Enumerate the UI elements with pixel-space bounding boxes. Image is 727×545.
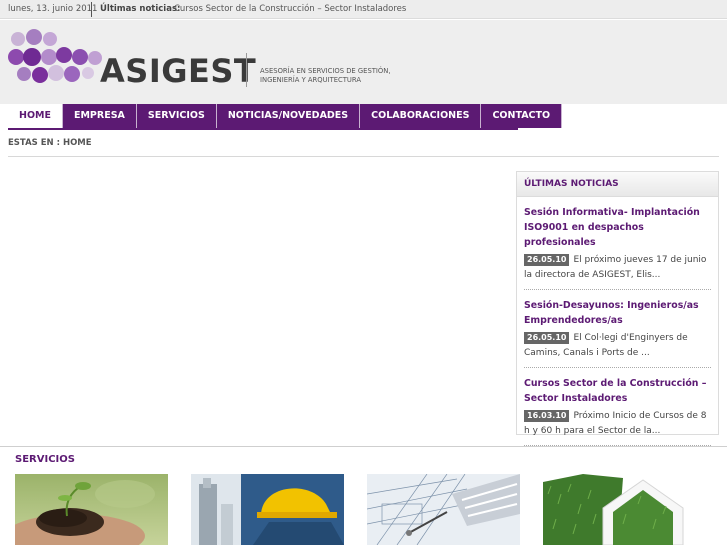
news-date-badge: 26.05.10 (524, 254, 570, 266)
news-title-link[interactable]: Sesión Informativa- Implantación ISO9001… (524, 205, 711, 250)
nav-noticias[interactable]: NOTICIAS/NOVEDADES (216, 104, 361, 128)
services-heading: SERVICIOS (15, 454, 75, 465)
top-bar-divider (91, 2, 92, 17)
nav-home[interactable]: HOME (8, 104, 63, 128)
logo-mark-icon[interactable] (6, 27, 104, 87)
latest-news-label: Últimas noticias: (100, 4, 181, 14)
hardhat-worker-image[interactable] (191, 474, 344, 545)
blueprint-laptop-image[interactable] (367, 474, 520, 545)
nav-servicios[interactable]: SERVICIOS (136, 104, 217, 128)
tagline: Asesoría en servicios de gestión, ingeni… (260, 67, 410, 85)
services-divider (0, 446, 727, 447)
logo-divider (246, 53, 247, 87)
main-nav: HOME EMPRESA SERVICIOS NOTICIAS/NOVEDADE… (8, 104, 563, 128)
grass-house-image[interactable] (543, 474, 696, 545)
news-date-badge: 26.05.10 (524, 332, 570, 344)
tagline-line-2: ingeniería y arquitectura (260, 76, 362, 84)
nav-contacto[interactable]: CONTACTO (481, 104, 563, 128)
news-body: 16.03.10 Próximo Inicio de Cursos de 8 h … (524, 409, 711, 439)
breadcrumb: ESTAS EN : HOME (8, 138, 92, 148)
nav-empresa[interactable]: EMPRESA (62, 104, 137, 128)
news-date-badge: 16.03.10 (524, 410, 570, 422)
news-title-link[interactable]: Cursos Sector de la Construcción – Secto… (524, 376, 711, 406)
news-body: 26.05.10 El Col·legi d'Enginyers de Camin… (524, 331, 711, 361)
nav-underline (8, 128, 518, 130)
latest-news-heading: ÚLTIMAS NOTICIAS (517, 172, 718, 197)
tagline-line-1: Asesoría en servicios de gestión, (260, 67, 391, 75)
top-bar: lunes, 13. junio 2011 Últimas noticias: … (0, 0, 727, 19)
latest-news-link[interactable]: Cursos Sector de la Construcción – Secto… (174, 4, 406, 14)
news-item: Sesión-Desayunos: Ingenieros/as Emprende… (524, 290, 711, 368)
current-date: lunes, 13. junio 2011 (8, 4, 98, 14)
news-body: 26.05.10 El próximo jueves 17 de junio la… (524, 253, 711, 283)
content-divider (8, 156, 719, 157)
brand-name[interactable]: ASIGEST (100, 52, 256, 90)
latest-news-panel: ÚLTIMAS NOTICIAS Sesión Informativa- Imp… (516, 171, 719, 446)
news-item: Sesión Informativa- Implantación ISO9001… (524, 197, 711, 290)
news-item: Cursos Sector de la Construcción – Secto… (524, 368, 711, 446)
hands-seedling-image[interactable] (15, 474, 168, 545)
nav-colaboraciones[interactable]: COLABORACIONES (360, 104, 482, 128)
news-title-link[interactable]: Sesión-Desayunos: Ingenieros/as Emprende… (524, 298, 711, 328)
site-header: ASIGEST Asesoría en servicios de gestión… (0, 20, 727, 104)
